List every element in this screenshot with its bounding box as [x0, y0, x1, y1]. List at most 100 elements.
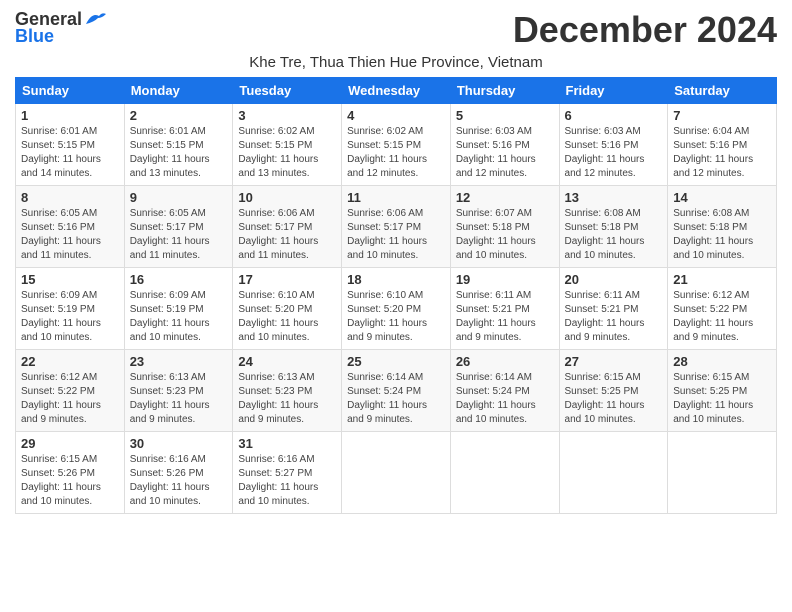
- calendar-cell: 4 Sunrise: 6:02 AMSunset: 5:15 PMDayligh…: [342, 103, 451, 185]
- calendar-cell: 30 Sunrise: 6:16 AMSunset: 5:26 PMDaylig…: [124, 431, 233, 513]
- calendar-cell: 27 Sunrise: 6:15 AMSunset: 5:25 PMDaylig…: [559, 349, 668, 431]
- day-info: Sunrise: 6:06 AMSunset: 5:17 PMDaylight:…: [347, 208, 427, 261]
- day-number: 4: [347, 108, 445, 123]
- calendar-cell: 8 Sunrise: 6:05 AMSunset: 5:16 PMDayligh…: [16, 185, 125, 267]
- day-number: 12: [456, 190, 554, 205]
- day-info: Sunrise: 6:09 AMSunset: 5:19 PMDaylight:…: [130, 290, 210, 343]
- day-info: Sunrise: 6:04 AMSunset: 5:16 PMDaylight:…: [673, 126, 753, 179]
- calendar-cell: 17 Sunrise: 6:10 AMSunset: 5:20 PMDaylig…: [233, 267, 342, 349]
- day-info: Sunrise: 6:06 AMSunset: 5:17 PMDaylight:…: [238, 208, 318, 261]
- day-number: 13: [565, 190, 663, 205]
- calendar-cell: 18 Sunrise: 6:10 AMSunset: 5:20 PMDaylig…: [342, 267, 451, 349]
- day-number: 23: [130, 354, 228, 369]
- day-number: 11: [347, 190, 445, 205]
- day-number: 31: [238, 436, 336, 451]
- day-number: 25: [347, 354, 445, 369]
- calendar-cell: 28 Sunrise: 6:15 AMSunset: 5:25 PMDaylig…: [668, 349, 777, 431]
- day-info: Sunrise: 6:01 AMSunset: 5:15 PMDaylight:…: [21, 126, 101, 179]
- day-info: Sunrise: 6:07 AMSunset: 5:18 PMDaylight:…: [456, 208, 536, 261]
- col-header-monday: Monday: [124, 77, 233, 103]
- calendar-cell: 3 Sunrise: 6:02 AMSunset: 5:15 PMDayligh…: [233, 103, 342, 185]
- col-header-friday: Friday: [559, 77, 668, 103]
- col-header-wednesday: Wednesday: [342, 77, 451, 103]
- day-number: 26: [456, 354, 554, 369]
- day-number: 24: [238, 354, 336, 369]
- day-number: 16: [130, 272, 228, 287]
- day-number: 9: [130, 190, 228, 205]
- calendar-cell: [559, 431, 668, 513]
- day-info: Sunrise: 6:12 AMSunset: 5:22 PMDaylight:…: [21, 372, 101, 425]
- calendar-cell: [342, 431, 451, 513]
- calendar-cell: 6 Sunrise: 6:03 AMSunset: 5:16 PMDayligh…: [559, 103, 668, 185]
- calendar-week-row: 1 Sunrise: 6:01 AMSunset: 5:15 PMDayligh…: [16, 103, 777, 185]
- calendar-week-row: 22 Sunrise: 6:12 AMSunset: 5:22 PMDaylig…: [16, 349, 777, 431]
- day-info: Sunrise: 6:03 AMSunset: 5:16 PMDaylight:…: [565, 126, 645, 179]
- day-number: 30: [130, 436, 228, 451]
- calendar-header-row: SundayMondayTuesdayWednesdayThursdayFrid…: [16, 77, 777, 103]
- day-number: 22: [21, 354, 119, 369]
- day-number: 18: [347, 272, 445, 287]
- calendar-cell: 22 Sunrise: 6:12 AMSunset: 5:22 PMDaylig…: [16, 349, 125, 431]
- col-header-tuesday: Tuesday: [233, 77, 342, 103]
- day-info: Sunrise: 6:13 AMSunset: 5:23 PMDaylight:…: [238, 372, 318, 425]
- calendar-week-row: 8 Sunrise: 6:05 AMSunset: 5:16 PMDayligh…: [16, 185, 777, 267]
- day-number: 7: [673, 108, 771, 123]
- calendar-cell: 25 Sunrise: 6:14 AMSunset: 5:24 PMDaylig…: [342, 349, 451, 431]
- day-info: Sunrise: 6:01 AMSunset: 5:15 PMDaylight:…: [130, 126, 210, 179]
- calendar-table: SundayMondayTuesdayWednesdayThursdayFrid…: [15, 77, 777, 514]
- calendar-cell: [668, 431, 777, 513]
- day-info: Sunrise: 6:11 AMSunset: 5:21 PMDaylight:…: [456, 290, 536, 343]
- day-info: Sunrise: 6:05 AMSunset: 5:17 PMDaylight:…: [130, 208, 210, 261]
- calendar-cell: 21 Sunrise: 6:12 AMSunset: 5:22 PMDaylig…: [668, 267, 777, 349]
- day-number: 29: [21, 436, 119, 451]
- calendar-cell: 1 Sunrise: 6:01 AMSunset: 5:15 PMDayligh…: [16, 103, 125, 185]
- calendar-cell: [450, 431, 559, 513]
- calendar-cell: 5 Sunrise: 6:03 AMSunset: 5:16 PMDayligh…: [450, 103, 559, 185]
- day-info: Sunrise: 6:14 AMSunset: 5:24 PMDaylight:…: [347, 372, 427, 425]
- day-number: 6: [565, 108, 663, 123]
- location-subtitle: Khe Tre, Thua Thien Hue Province, Vietna…: [15, 54, 777, 71]
- calendar-cell: 9 Sunrise: 6:05 AMSunset: 5:17 PMDayligh…: [124, 185, 233, 267]
- calendar-cell: 13 Sunrise: 6:08 AMSunset: 5:18 PMDaylig…: [559, 185, 668, 267]
- calendar-cell: 10 Sunrise: 6:06 AMSunset: 5:17 PMDaylig…: [233, 185, 342, 267]
- calendar-week-row: 29 Sunrise: 6:15 AMSunset: 5:26 PMDaylig…: [16, 431, 777, 513]
- day-number: 20: [565, 272, 663, 287]
- col-header-saturday: Saturday: [668, 77, 777, 103]
- day-number: 10: [238, 190, 336, 205]
- calendar-cell: 12 Sunrise: 6:07 AMSunset: 5:18 PMDaylig…: [450, 185, 559, 267]
- day-info: Sunrise: 6:15 AMSunset: 5:26 PMDaylight:…: [21, 454, 101, 507]
- day-info: Sunrise: 6:15 AMSunset: 5:25 PMDaylight:…: [565, 372, 645, 425]
- day-info: Sunrise: 6:05 AMSunset: 5:16 PMDaylight:…: [21, 208, 101, 261]
- col-header-thursday: Thursday: [450, 77, 559, 103]
- day-number: 14: [673, 190, 771, 205]
- day-info: Sunrise: 6:02 AMSunset: 5:15 PMDaylight:…: [238, 126, 318, 179]
- day-info: Sunrise: 6:10 AMSunset: 5:20 PMDaylight:…: [238, 290, 318, 343]
- calendar-cell: 20 Sunrise: 6:11 AMSunset: 5:21 PMDaylig…: [559, 267, 668, 349]
- day-number: 5: [456, 108, 554, 123]
- calendar-cell: 24 Sunrise: 6:13 AMSunset: 5:23 PMDaylig…: [233, 349, 342, 431]
- logo: General Blue: [15, 10, 106, 47]
- day-info: Sunrise: 6:09 AMSunset: 5:19 PMDaylight:…: [21, 290, 101, 343]
- page-header: General Blue December 2024: [15, 10, 777, 50]
- title-area: December 2024: [513, 10, 777, 50]
- day-number: 8: [21, 190, 119, 205]
- logo-blue-text: Blue: [15, 26, 54, 47]
- day-number: 17: [238, 272, 336, 287]
- calendar-cell: 14 Sunrise: 6:08 AMSunset: 5:18 PMDaylig…: [668, 185, 777, 267]
- day-info: Sunrise: 6:12 AMSunset: 5:22 PMDaylight:…: [673, 290, 753, 343]
- calendar-cell: 29 Sunrise: 6:15 AMSunset: 5:26 PMDaylig…: [16, 431, 125, 513]
- day-number: 21: [673, 272, 771, 287]
- day-info: Sunrise: 6:02 AMSunset: 5:15 PMDaylight:…: [347, 126, 427, 179]
- day-number: 28: [673, 354, 771, 369]
- day-number: 27: [565, 354, 663, 369]
- day-number: 3: [238, 108, 336, 123]
- calendar-cell: 15 Sunrise: 6:09 AMSunset: 5:19 PMDaylig…: [16, 267, 125, 349]
- logo-bird-icon: [84, 10, 106, 28]
- calendar-cell: 11 Sunrise: 6:06 AMSunset: 5:17 PMDaylig…: [342, 185, 451, 267]
- day-info: Sunrise: 6:08 AMSunset: 5:18 PMDaylight:…: [673, 208, 753, 261]
- day-info: Sunrise: 6:11 AMSunset: 5:21 PMDaylight:…: [565, 290, 645, 343]
- calendar-cell: 2 Sunrise: 6:01 AMSunset: 5:15 PMDayligh…: [124, 103, 233, 185]
- day-info: Sunrise: 6:16 AMSunset: 5:26 PMDaylight:…: [130, 454, 210, 507]
- day-number: 2: [130, 108, 228, 123]
- day-info: Sunrise: 6:13 AMSunset: 5:23 PMDaylight:…: [130, 372, 210, 425]
